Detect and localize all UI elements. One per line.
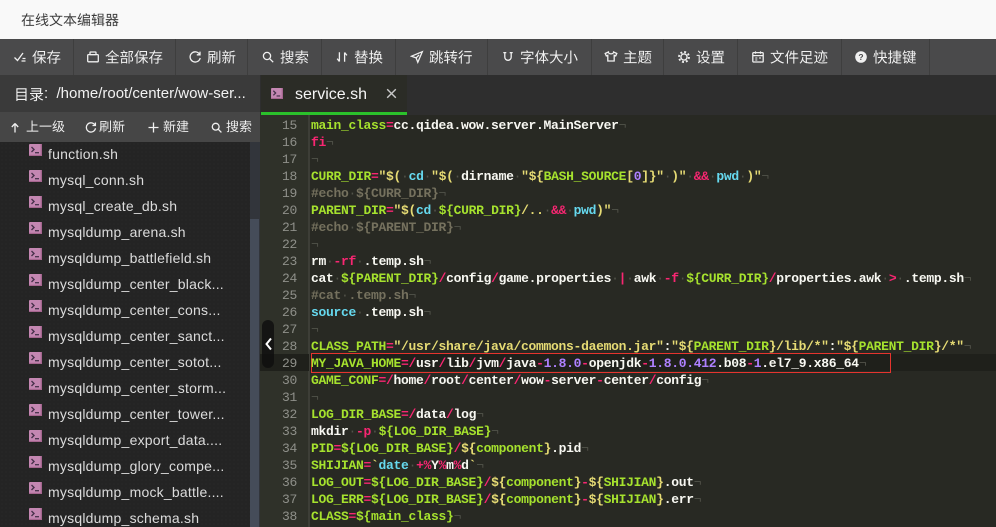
svg-text:?: ? <box>859 52 864 62</box>
